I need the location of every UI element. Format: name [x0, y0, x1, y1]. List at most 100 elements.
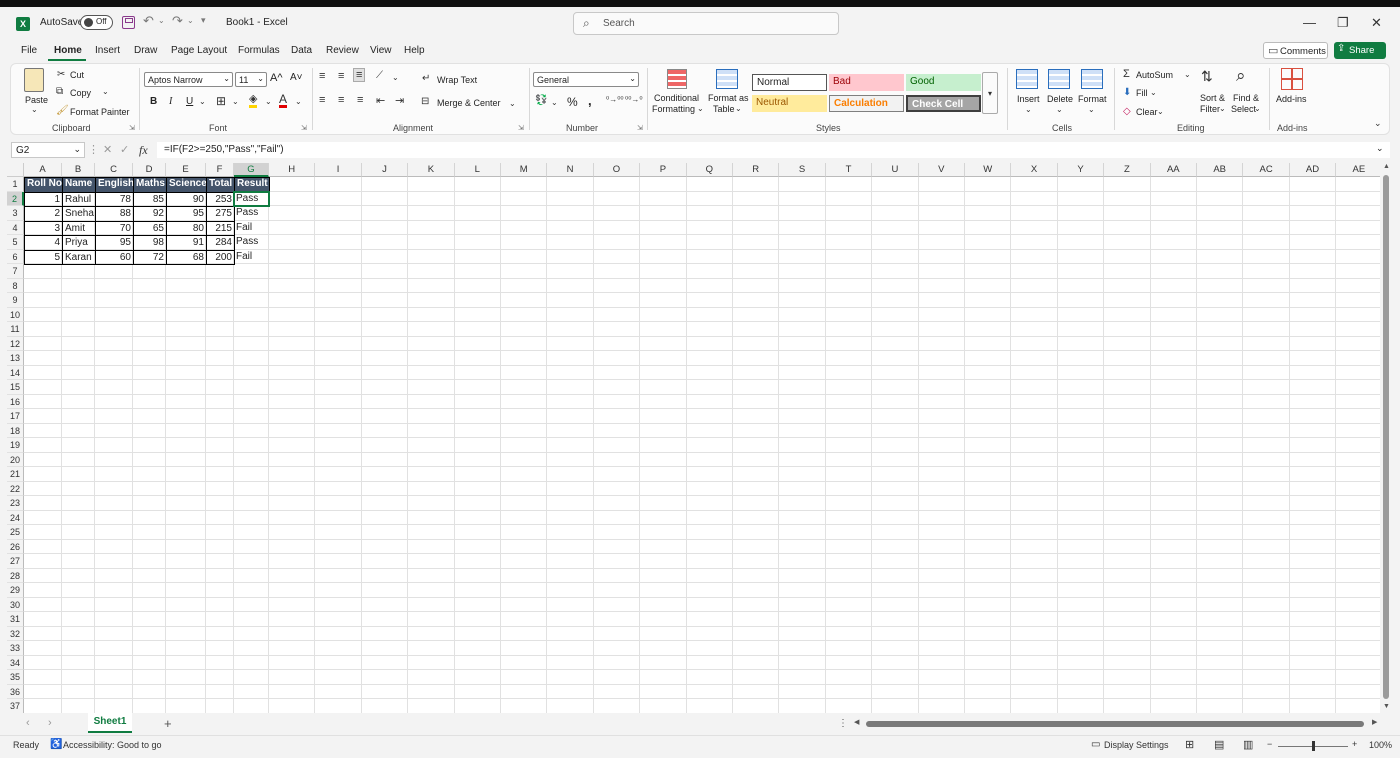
row-header-31[interactable]: 31	[7, 612, 24, 627]
merge-dropdown-icon[interactable]: ⌄	[509, 99, 516, 108]
row-header-5[interactable]: 5	[7, 235, 24, 250]
orientation-dropdown-icon[interactable]: ⌄	[392, 73, 399, 82]
bold-button[interactable]: B	[150, 96, 157, 107]
row-header-23[interactable]: 23	[7, 496, 24, 511]
header-cell-c[interactable]: English	[95, 177, 134, 193]
font-launcher-icon[interactable]: ⇲	[301, 124, 307, 132]
table-cell-e3[interactable]: 95	[166, 206, 207, 222]
table-cell-f4[interactable]: 215	[206, 220, 235, 236]
column-header-d[interactable]: D	[133, 163, 166, 177]
column-header-b[interactable]: B	[62, 163, 95, 177]
column-header-u[interactable]: U	[872, 163, 919, 177]
column-header-ac[interactable]: AC	[1243, 163, 1290, 177]
column-header-x[interactable]: X	[1011, 163, 1058, 177]
conditional-dropdown-icon[interactable]: ⌄	[697, 104, 704, 113]
table-cell-c4[interactable]: 70	[95, 220, 134, 236]
tab-home[interactable]: Home	[54, 45, 82, 56]
zoom-slider-thumb[interactable]	[1312, 741, 1315, 751]
comments-button[interactable]: Comments	[1263, 42, 1328, 59]
header-cell-b[interactable]: Name	[62, 177, 96, 193]
header-cell-f[interactable]: Total	[206, 177, 235, 193]
underline-button[interactable]: U	[186, 96, 193, 107]
align-middle-icon[interactable]: ≡	[338, 70, 344, 82]
page-layout-view-icon[interactable]: ▤	[1214, 738, 1224, 751]
table-cell-c6[interactable]: 60	[95, 249, 134, 265]
row-header-37[interactable]: 37	[7, 699, 24, 713]
table-cell-e6[interactable]: 68	[166, 249, 207, 265]
find-select-label-1[interactable]: Find &	[1233, 93, 1259, 103]
table-cell-g6[interactable]: Fail	[234, 250, 269, 266]
increase-font-button[interactable]: A^	[270, 72, 283, 84]
column-header-e[interactable]: E	[166, 163, 206, 177]
decrease-indent-icon[interactable]: ⇤	[376, 94, 385, 107]
accessibility-icon[interactable]: ♿	[50, 739, 62, 750]
format-table-dropdown-icon[interactable]: ⌄	[735, 104, 742, 113]
fill-button[interactable]: Fill	[1136, 88, 1148, 98]
style-good[interactable]: Good	[906, 74, 981, 91]
search-box[interactable]: ⌕ Search	[573, 12, 839, 35]
vertical-scroll-thumb[interactable]	[1383, 175, 1389, 699]
row-header-8[interactable]: 8	[7, 278, 24, 293]
row-header-28[interactable]: 28	[7, 568, 24, 583]
row-header-10[interactable]: 10	[7, 307, 24, 322]
row-header-35[interactable]: 35	[7, 670, 24, 685]
decrease-decimal-icon[interactable]: ⁰⁰→⁰	[625, 95, 643, 104]
table-cell-d3[interactable]: 92	[133, 206, 167, 222]
scroll-down-icon[interactable]: ▼	[1383, 703, 1390, 710]
display-settings-icon[interactable]: ▭	[1091, 739, 1100, 750]
table-cell-b3[interactable]: Sneha	[62, 206, 96, 222]
table-cell-e2[interactable]: 90	[166, 191, 207, 207]
horizontal-scroll-thumb[interactable]	[866, 721, 1364, 727]
column-header-aa[interactable]: AA	[1150, 163, 1197, 177]
comma-style-button[interactable]: ,	[588, 93, 592, 108]
table-cell-f2[interactable]: 253	[206, 191, 235, 207]
horizontal-scrollbar[interactable]: ◀ ▶	[852, 719, 1384, 729]
clipboard-launcher-icon[interactable]: ⇲	[129, 124, 135, 132]
row-header-17[interactable]: 17	[7, 409, 24, 424]
column-header-k[interactable]: K	[408, 163, 455, 177]
insert-function-icon[interactable]: fx	[139, 143, 148, 158]
table-cell-a6[interactable]: 5	[24, 249, 63, 265]
table-cell-b5[interactable]: Priya	[62, 235, 96, 251]
styles-more-icon[interactable]: ▾	[982, 72, 998, 114]
header-cell-d[interactable]: Maths	[133, 177, 167, 193]
scroll-up-icon[interactable]: ▲	[1383, 163, 1390, 170]
eraser-icon[interactable]: ◇	[1123, 106, 1131, 117]
tab-insert[interactable]: Insert	[95, 45, 120, 56]
row-header-29[interactable]: 29	[7, 583, 24, 598]
decrease-font-button[interactable]: A˅	[290, 72, 303, 83]
row-header-21[interactable]: 21	[7, 467, 24, 482]
column-header-t[interactable]: T	[825, 163, 873, 177]
style-normal[interactable]: Normal	[752, 74, 827, 91]
sort-filter-icon[interactable]: ⇅	[1201, 68, 1213, 85]
add-ins-button[interactable]: Add-ins	[1276, 94, 1307, 104]
column-header-n[interactable]: N	[547, 163, 594, 177]
row-header-11[interactable]: 11	[7, 322, 24, 337]
copy-dropdown-icon[interactable]: ⌄	[102, 87, 109, 96]
paste-icon[interactable]	[24, 68, 44, 92]
cancel-entry-icon[interactable]: ✕	[103, 143, 112, 156]
table-cell-b4[interactable]: Amit	[62, 220, 96, 236]
paste-dropdown-icon[interactable]: ⌄	[31, 105, 38, 114]
row-header-2[interactable]: 2	[7, 191, 24, 206]
copy-icon[interactable]: ⧉	[56, 86, 63, 97]
delete-dropdown-icon[interactable]: ⌄	[1056, 105, 1063, 114]
row-header-34[interactable]: 34	[7, 655, 24, 670]
restore-icon[interactable]: ❐	[1337, 15, 1349, 31]
tab-formulas[interactable]: Formulas	[238, 45, 280, 56]
row-header-1[interactable]: 1	[7, 177, 24, 192]
table-cell-d2[interactable]: 85	[133, 191, 167, 207]
prev-sheet-icon[interactable]: ‹	[26, 717, 30, 729]
table-cell-d6[interactable]: 72	[133, 249, 167, 265]
worksheet-grid[interactable]: A B C D E F G H I J K L M N O P Q R S T U V W X Y Z AA AB AC AD AE 123…	[7, 163, 1380, 713]
tab-split-icon[interactable]: ⋮	[838, 718, 848, 729]
column-header-s[interactable]: S	[779, 163, 826, 177]
number-launcher-icon[interactable]: ⇲	[637, 124, 643, 132]
column-header-ad[interactable]: AD	[1289, 163, 1337, 177]
column-header-i[interactable]: I	[315, 163, 362, 177]
fill-color-dropdown-icon[interactable]: ⌄	[265, 97, 272, 106]
delete-cells-button[interactable]: Delete	[1047, 94, 1073, 104]
customize-qat-icon[interactable]: ▾	[201, 15, 206, 26]
row-header-3[interactable]: 3	[7, 206, 24, 221]
undo-dropdown-icon[interactable]: ⌄	[158, 16, 165, 25]
